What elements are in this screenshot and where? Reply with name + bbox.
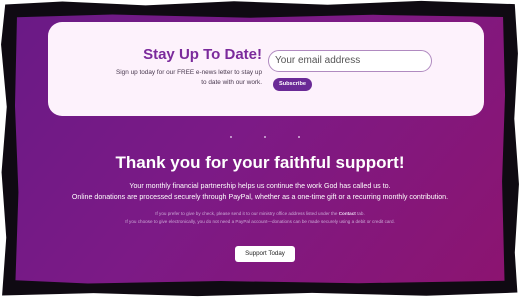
support-line-1: Your monthly financial partnership helps…	[129, 182, 391, 190]
support-description: Your monthly financial partnership helps…	[0, 181, 520, 203]
email-input[interactable]	[268, 50, 432, 72]
subscribe-button[interactable]: Subscribe	[273, 78, 312, 91]
contact-tab-link[interactable]: Contact	[339, 211, 356, 216]
fine-print-text: If you prefer to give by check, please s…	[155, 211, 339, 216]
dot-divider	[230, 136, 300, 138]
divider-dot	[264, 136, 266, 138]
fine-print-line-1: If you prefer to give by check, please s…	[0, 210, 520, 218]
fine-print: If you prefer to give by check, please s…	[0, 210, 520, 226]
newsletter-description: Sign up today for our FREE e-news letter…	[116, 69, 262, 86]
support-heading: Thank you for your faithful support!	[115, 153, 405, 172]
newsletter-signup-card: Stay Up To Date! Sign up today for our F…	[48, 22, 484, 116]
support-today-button[interactable]: Support Today	[235, 246, 295, 262]
newsletter-text-block: Stay Up To Date! Sign up today for our F…	[112, 46, 262, 88]
support-line-2: Online donations are processed securely …	[71, 193, 449, 201]
divider-dot	[230, 136, 232, 138]
divider-dot	[298, 136, 300, 138]
fine-print-text: tab.	[355, 211, 365, 216]
fine-print-line-2: If you choose to give electronically, yo…	[125, 219, 395, 224]
newsletter-title: Stay Up To Date!	[143, 46, 262, 63]
